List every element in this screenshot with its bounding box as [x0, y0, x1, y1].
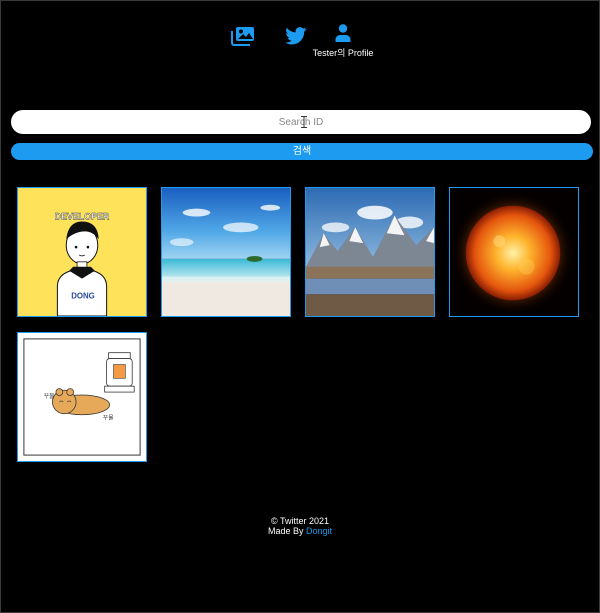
search-button[interactable]: 검색	[11, 143, 593, 160]
footer-copyright: © Twitter 2021	[271, 516, 329, 526]
developer-caption: DEVELOPER	[55, 212, 110, 222]
gallery-image-beach[interactable]	[161, 187, 291, 317]
footer-credit: Made By Dongit	[0, 526, 600, 536]
cartoon-illustration: 꾸물 꾸물	[18, 333, 146, 461]
text-cursor-icon	[301, 116, 307, 128]
mountain-photo	[306, 188, 434, 316]
user-icon	[335, 24, 351, 42]
shirt-text: DONG	[71, 291, 95, 300]
gallery-image-mountains[interactable]	[305, 187, 435, 317]
images-icon	[231, 27, 254, 46]
footer-author-link[interactable]: Dongit	[306, 526, 332, 536]
footer-made-by: Made By	[267, 526, 304, 536]
sun-photo	[450, 188, 578, 316]
profile-label: Tester의 Profile	[312, 48, 374, 58]
footer: © Twitter 2021 Made By Dongit	[0, 516, 600, 536]
gallery-image-sun[interactable]	[449, 187, 579, 317]
cartoon-label: 꾸물	[103, 415, 114, 422]
gallery-image-cartoon[interactable]: 꾸물 꾸물	[17, 332, 147, 462]
cartoon-label: 꾸물	[44, 393, 55, 400]
beach-photo	[162, 188, 290, 316]
gallery-image-developer[interactable]: DEVELOPER DONG	[17, 187, 147, 317]
developer-illustration: DEVELOPER DONG	[18, 188, 146, 316]
nav-gallery-link[interactable]	[231, 26, 255, 46]
nav-profile-link[interactable]: Tester의 Profile	[300, 24, 386, 60]
top-nav: Tester의 Profile	[0, 24, 600, 64]
